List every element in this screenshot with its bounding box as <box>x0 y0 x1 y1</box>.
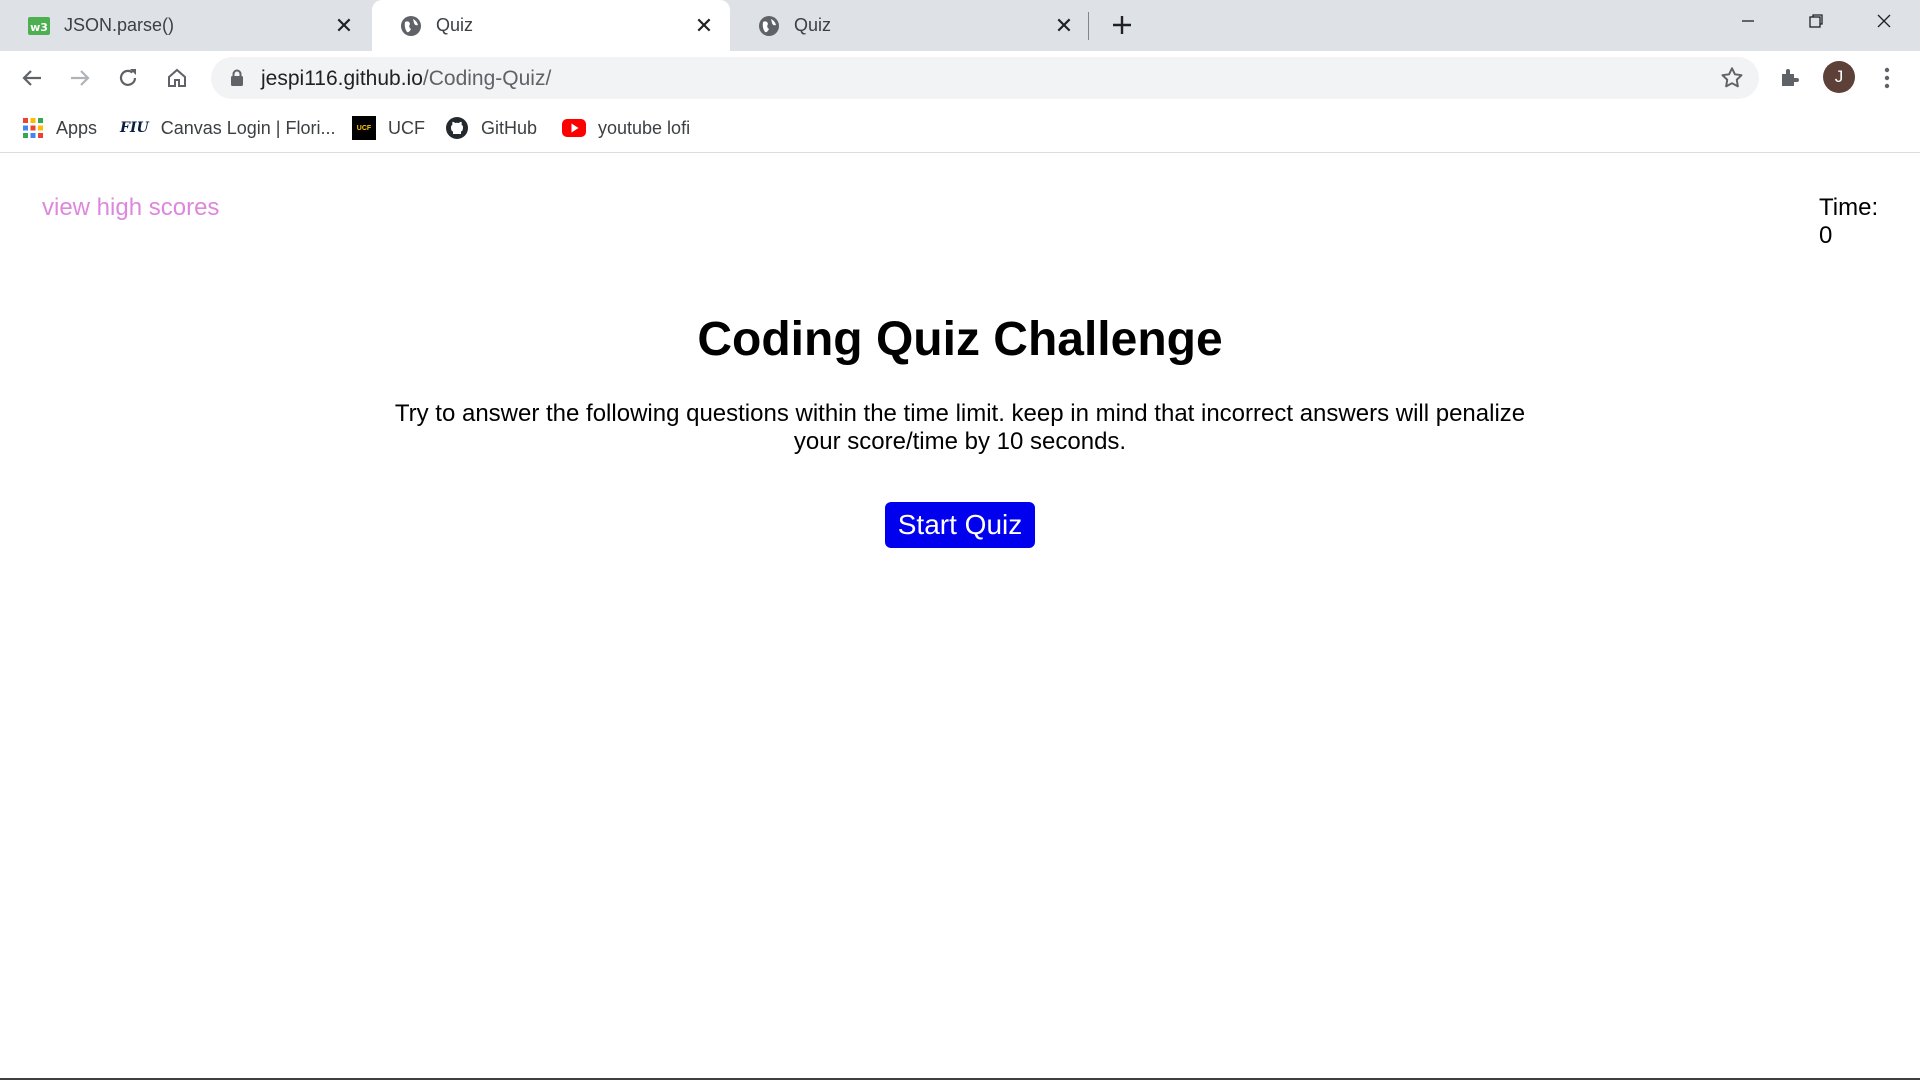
close-icon[interactable]: ✕ <box>1050 12 1078 40</box>
extensions-button[interactable] <box>1773 61 1807 95</box>
bookmark-apps[interactable]: Apps <box>22 114 97 142</box>
youtube-icon <box>562 119 586 137</box>
browser-toolbar: jespi116.github.io/Coding-Quiz/ J <box>0 51 1920 104</box>
avatar[interactable]: J <box>1823 61 1855 93</box>
bookmark-label: youtube lofi <box>598 117 691 138</box>
minimize-button[interactable] <box>1714 0 1782 42</box>
url-text: jespi116.github.io/Coding-Quiz/ <box>261 67 551 91</box>
timer-value: 0 <box>1819 222 1833 249</box>
bookmark-canvas-login[interactable]: FIU Canvas Login | Flori... <box>120 114 335 142</box>
bookmark-star-icon[interactable] <box>1719 65 1745 96</box>
page-title: Coding Quiz Challenge <box>697 313 1223 366</box>
w3schools-icon: w3 <box>28 15 50 37</box>
close-icon <box>1877 14 1891 28</box>
globe-icon <box>400 15 422 37</box>
bookmark-github[interactable]: GitHub <box>445 114 537 142</box>
url-domain: jespi116.github.io <box>261 67 423 90</box>
reload-button[interactable] <box>111 61 145 95</box>
tab-quiz[interactable]: Quiz ✕ <box>730 0 1090 51</box>
bookmark-label: UCF <box>388 117 425 138</box>
back-button[interactable] <box>15 61 49 95</box>
close-icon[interactable]: ✕ <box>690 12 718 40</box>
arrow-left-icon <box>22 70 41 86</box>
bookmarks-bar: Apps FIU Canvas Login | Flori... UCF UCF… <box>0 104 1920 153</box>
timer: Time: 0 <box>1819 194 1878 250</box>
bookmark-label: Apps <box>56 117 98 138</box>
bookmark-ucf[interactable]: UCF UCF <box>352 114 425 142</box>
restore-button[interactable] <box>1782 0 1850 42</box>
plus-icon <box>1113 16 1131 34</box>
lock-icon[interactable] <box>229 68 245 93</box>
reload-icon <box>119 69 137 86</box>
tab-title: Quiz <box>794 15 832 35</box>
home-button[interactable] <box>160 61 194 95</box>
url-path: /Coding-Quiz/ <box>422 67 552 90</box>
menu-button[interactable] <box>1870 61 1904 95</box>
window-close-button[interactable] <box>1850 0 1918 42</box>
github-icon <box>445 116 469 140</box>
close-icon[interactable]: ✕ <box>330 12 358 40</box>
kebab-menu-icon <box>1884 67 1890 89</box>
page-content: view high scores Time: 0 Coding Quiz Cha… <box>0 154 1920 1080</box>
bookmark-label: Canvas Login | Flori... <box>160 117 336 138</box>
minimize-icon <box>1742 20 1754 22</box>
arrow-right-icon <box>71 70 90 86</box>
new-tab-button[interactable] <box>1105 8 1139 42</box>
home-icon <box>168 68 186 87</box>
apps-grid-icon <box>22 117 44 139</box>
tab-strip: w3 JSON.parse() ✕ Quiz ✕ Quiz ✕ <box>0 0 1920 51</box>
tab-json-parse[interactable]: w3 JSON.parse() ✕ <box>0 0 370 51</box>
tab-quiz-active[interactable]: Quiz ✕ <box>372 0 730 51</box>
puzzle-icon <box>1782 69 1799 86</box>
tab-separator <box>1088 12 1089 40</box>
fiu-icon: FIU <box>120 120 149 136</box>
globe-icon <box>758 15 780 37</box>
bookmark-label: GitHub <box>481 117 538 138</box>
ucf-icon: UCF <box>352 116 376 140</box>
quiz-description: Try to answer the following questions wi… <box>394 400 1526 455</box>
svg-text:w3: w3 <box>30 21 48 34</box>
tab-title: JSON.parse() <box>64 15 175 35</box>
restore-icon <box>1809 14 1823 28</box>
address-bar[interactable]: jespi116.github.io/Coding-Quiz/ <box>211 57 1759 99</box>
timer-label: Time: <box>1819 194 1879 221</box>
bookmark-youtube-lofi[interactable]: youtube lofi <box>562 114 690 142</box>
start-quiz-button[interactable]: Start Quiz <box>885 502 1035 548</box>
tab-title: Quiz <box>436 15 474 35</box>
forward-button[interactable] <box>63 61 97 95</box>
view-high-scores-link[interactable]: view high scores <box>42 194 219 222</box>
